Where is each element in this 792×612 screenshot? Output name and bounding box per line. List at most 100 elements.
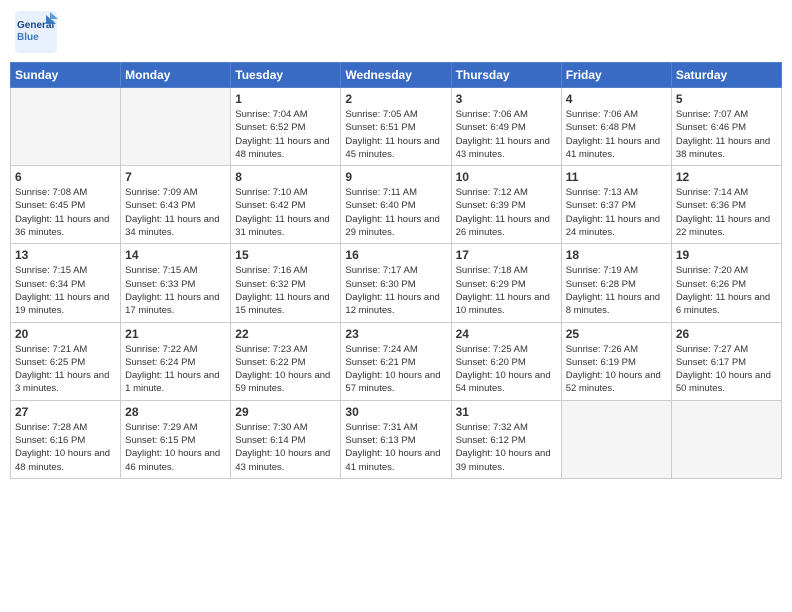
day-number: 5 <box>676 92 777 106</box>
day-info: Sunrise: 7:24 AM Sunset: 6:21 PM Dayligh… <box>345 343 446 396</box>
day-info: Sunrise: 7:06 AM Sunset: 6:48 PM Dayligh… <box>566 108 667 161</box>
calendar-week-row: 6Sunrise: 7:08 AM Sunset: 6:45 PM Daylig… <box>11 166 782 244</box>
calendar-cell: 2 Sunrise: 7:05 AM Sunset: 6:51 PM Daylig… <box>341 88 451 166</box>
day-number: 23 <box>345 327 446 341</box>
days-header-row: SundayMondayTuesdayWednesdayThursdayFrid… <box>11 63 782 88</box>
day-info: Sunrise: 7:28 AM Sunset: 6:16 PM Dayligh… <box>15 421 116 474</box>
day-header-thursday: Thursday <box>451 63 561 88</box>
day-info: Sunrise: 7:15 AM Sunset: 6:33 PM Dayligh… <box>125 264 226 317</box>
day-info: Sunrise: 7:29 AM Sunset: 6:15 PM Dayligh… <box>125 421 226 474</box>
day-number: 10 <box>456 170 557 184</box>
logo: GeneralBlue <box>14 10 58 54</box>
calendar-cell: 8Sunrise: 7:10 AM Sunset: 6:42 PM Daylig… <box>231 166 341 244</box>
day-info: Sunrise: 7:10 AM Sunset: 6:42 PM Dayligh… <box>235 186 336 239</box>
calendar-cell: 10 Sunrise: 7:12 AM Sunset: 6:39 PM Dayli… <box>451 166 561 244</box>
day-number: 4 <box>566 92 667 106</box>
day-info: Sunrise: 7:32 AM Sunset: 6:12 PM Dayligh… <box>456 421 557 474</box>
calendar-week-row: 27 Sunrise: 7:28 AM Sunset: 6:16 PM Dayli… <box>11 400 782 478</box>
day-info: Sunrise: 7:30 AM Sunset: 6:14 PM Dayligh… <box>235 421 336 474</box>
day-number: 6 <box>15 170 116 184</box>
day-number: 11 <box>566 170 667 184</box>
calendar-cell: 18 Sunrise: 7:19 AM Sunset: 6:28 PM Dayli… <box>561 244 671 322</box>
day-number: 31 <box>456 405 557 419</box>
day-number: 16 <box>345 248 446 262</box>
calendar-cell: 25Sunrise: 7:26 AM Sunset: 6:19 PM Dayli… <box>561 322 671 400</box>
day-number: 21 <box>125 327 226 341</box>
calendar-cell: 17Sunrise: 7:18 AM Sunset: 6:29 PM Dayli… <box>451 244 561 322</box>
day-header-friday: Friday <box>561 63 671 88</box>
day-info: Sunrise: 7:19 AM Sunset: 6:28 PM Dayligh… <box>566 264 667 317</box>
calendar-cell: 23 Sunrise: 7:24 AM Sunset: 6:21 PM Dayli… <box>341 322 451 400</box>
day-info: Sunrise: 7:22 AM Sunset: 6:24 PM Dayligh… <box>125 343 226 396</box>
day-header-sunday: Sunday <box>11 63 121 88</box>
day-number: 19 <box>676 248 777 262</box>
calendar-cell: 16Sunrise: 7:17 AM Sunset: 6:30 PM Dayli… <box>341 244 451 322</box>
calendar-cell: 15 Sunrise: 7:16 AM Sunset: 6:32 PM Dayli… <box>231 244 341 322</box>
day-number: 18 <box>566 248 667 262</box>
day-info: Sunrise: 7:18 AM Sunset: 6:29 PM Dayligh… <box>456 264 557 317</box>
calendar-cell: 19 Sunrise: 7:20 AM Sunset: 6:26 PM Dayli… <box>671 244 781 322</box>
day-info: Sunrise: 7:16 AM Sunset: 6:32 PM Dayligh… <box>235 264 336 317</box>
calendar-cell <box>11 88 121 166</box>
day-info: Sunrise: 7:12 AM Sunset: 6:39 PM Dayligh… <box>456 186 557 239</box>
day-number: 24 <box>456 327 557 341</box>
day-info: Sunrise: 7:07 AM Sunset: 6:46 PM Dayligh… <box>676 108 777 161</box>
calendar-cell <box>121 88 231 166</box>
calendar-cell: 13Sunrise: 7:15 AM Sunset: 6:34 PM Dayli… <box>11 244 121 322</box>
day-number: 30 <box>345 405 446 419</box>
calendar-week-row: 20 Sunrise: 7:21 AM Sunset: 6:25 PM Dayli… <box>11 322 782 400</box>
calendar-cell: 31 Sunrise: 7:32 AM Sunset: 6:12 PM Dayli… <box>451 400 561 478</box>
day-info: Sunrise: 7:23 AM Sunset: 6:22 PM Dayligh… <box>235 343 336 396</box>
calendar-week-row: 1Sunrise: 7:04 AM Sunset: 6:52 PM Daylig… <box>11 88 782 166</box>
day-header-monday: Monday <box>121 63 231 88</box>
day-number: 7 <box>125 170 226 184</box>
day-info: Sunrise: 7:13 AM Sunset: 6:37 PM Dayligh… <box>566 186 667 239</box>
calendar-cell: 30 Sunrise: 7:31 AM Sunset: 6:13 PM Dayli… <box>341 400 451 478</box>
svg-text:Blue: Blue <box>17 32 39 43</box>
day-header-saturday: Saturday <box>671 63 781 88</box>
day-number: 22 <box>235 327 336 341</box>
day-number: 3 <box>456 92 557 106</box>
calendar-cell: 7Sunrise: 7:09 AM Sunset: 6:43 PM Daylig… <box>121 166 231 244</box>
calendar-table: SundayMondayTuesdayWednesdayThursdayFrid… <box>10 62 782 479</box>
day-info: Sunrise: 7:31 AM Sunset: 6:13 PM Dayligh… <box>345 421 446 474</box>
day-number: 13 <box>15 248 116 262</box>
day-info: Sunrise: 7:21 AM Sunset: 6:25 PM Dayligh… <box>15 343 116 396</box>
day-number: 20 <box>15 327 116 341</box>
day-info: Sunrise: 7:25 AM Sunset: 6:20 PM Dayligh… <box>456 343 557 396</box>
day-header-wednesday: Wednesday <box>341 63 451 88</box>
day-info: Sunrise: 7:11 AM Sunset: 6:40 PM Dayligh… <box>345 186 446 239</box>
day-number: 27 <box>15 405 116 419</box>
day-header-tuesday: Tuesday <box>231 63 341 88</box>
day-info: Sunrise: 7:20 AM Sunset: 6:26 PM Dayligh… <box>676 264 777 317</box>
calendar-week-row: 13Sunrise: 7:15 AM Sunset: 6:34 PM Dayli… <box>11 244 782 322</box>
calendar-cell: 21 Sunrise: 7:22 AM Sunset: 6:24 PM Dayli… <box>121 322 231 400</box>
day-number: 2 <box>345 92 446 106</box>
calendar-cell: 4 Sunrise: 7:06 AM Sunset: 6:48 PM Daylig… <box>561 88 671 166</box>
calendar-cell: 22 Sunrise: 7:23 AM Sunset: 6:22 PM Dayli… <box>231 322 341 400</box>
calendar-cell: 26 Sunrise: 7:27 AM Sunset: 6:17 PM Dayli… <box>671 322 781 400</box>
day-info: Sunrise: 7:06 AM Sunset: 6:49 PM Dayligh… <box>456 108 557 161</box>
logo-svg: GeneralBlue <box>14 10 58 54</box>
calendar-cell: 1Sunrise: 7:04 AM Sunset: 6:52 PM Daylig… <box>231 88 341 166</box>
day-info: Sunrise: 7:27 AM Sunset: 6:17 PM Dayligh… <box>676 343 777 396</box>
day-info: Sunrise: 7:05 AM Sunset: 6:51 PM Dayligh… <box>345 108 446 161</box>
day-number: 26 <box>676 327 777 341</box>
day-number: 12 <box>676 170 777 184</box>
calendar-cell: 28Sunrise: 7:29 AM Sunset: 6:15 PM Dayli… <box>121 400 231 478</box>
calendar-cell: 3 Sunrise: 7:06 AM Sunset: 6:49 PM Daylig… <box>451 88 561 166</box>
day-number: 9 <box>345 170 446 184</box>
calendar-cell: 11 Sunrise: 7:13 AM Sunset: 6:37 PM Dayli… <box>561 166 671 244</box>
page-header: GeneralBlue <box>10 10 782 54</box>
calendar-cell: 12 Sunrise: 7:14 AM Sunset: 6:36 PM Dayli… <box>671 166 781 244</box>
calendar-cell: 24 Sunrise: 7:25 AM Sunset: 6:20 PM Dayli… <box>451 322 561 400</box>
day-number: 25 <box>566 327 667 341</box>
calendar-cell: 20 Sunrise: 7:21 AM Sunset: 6:25 PM Dayli… <box>11 322 121 400</box>
calendar-cell: 6Sunrise: 7:08 AM Sunset: 6:45 PM Daylig… <box>11 166 121 244</box>
day-number: 15 <box>235 248 336 262</box>
calendar-cell <box>561 400 671 478</box>
day-number: 29 <box>235 405 336 419</box>
day-info: Sunrise: 7:14 AM Sunset: 6:36 PM Dayligh… <box>676 186 777 239</box>
day-number: 14 <box>125 248 226 262</box>
calendar-cell: 9 Sunrise: 7:11 AM Sunset: 6:40 PM Daylig… <box>341 166 451 244</box>
